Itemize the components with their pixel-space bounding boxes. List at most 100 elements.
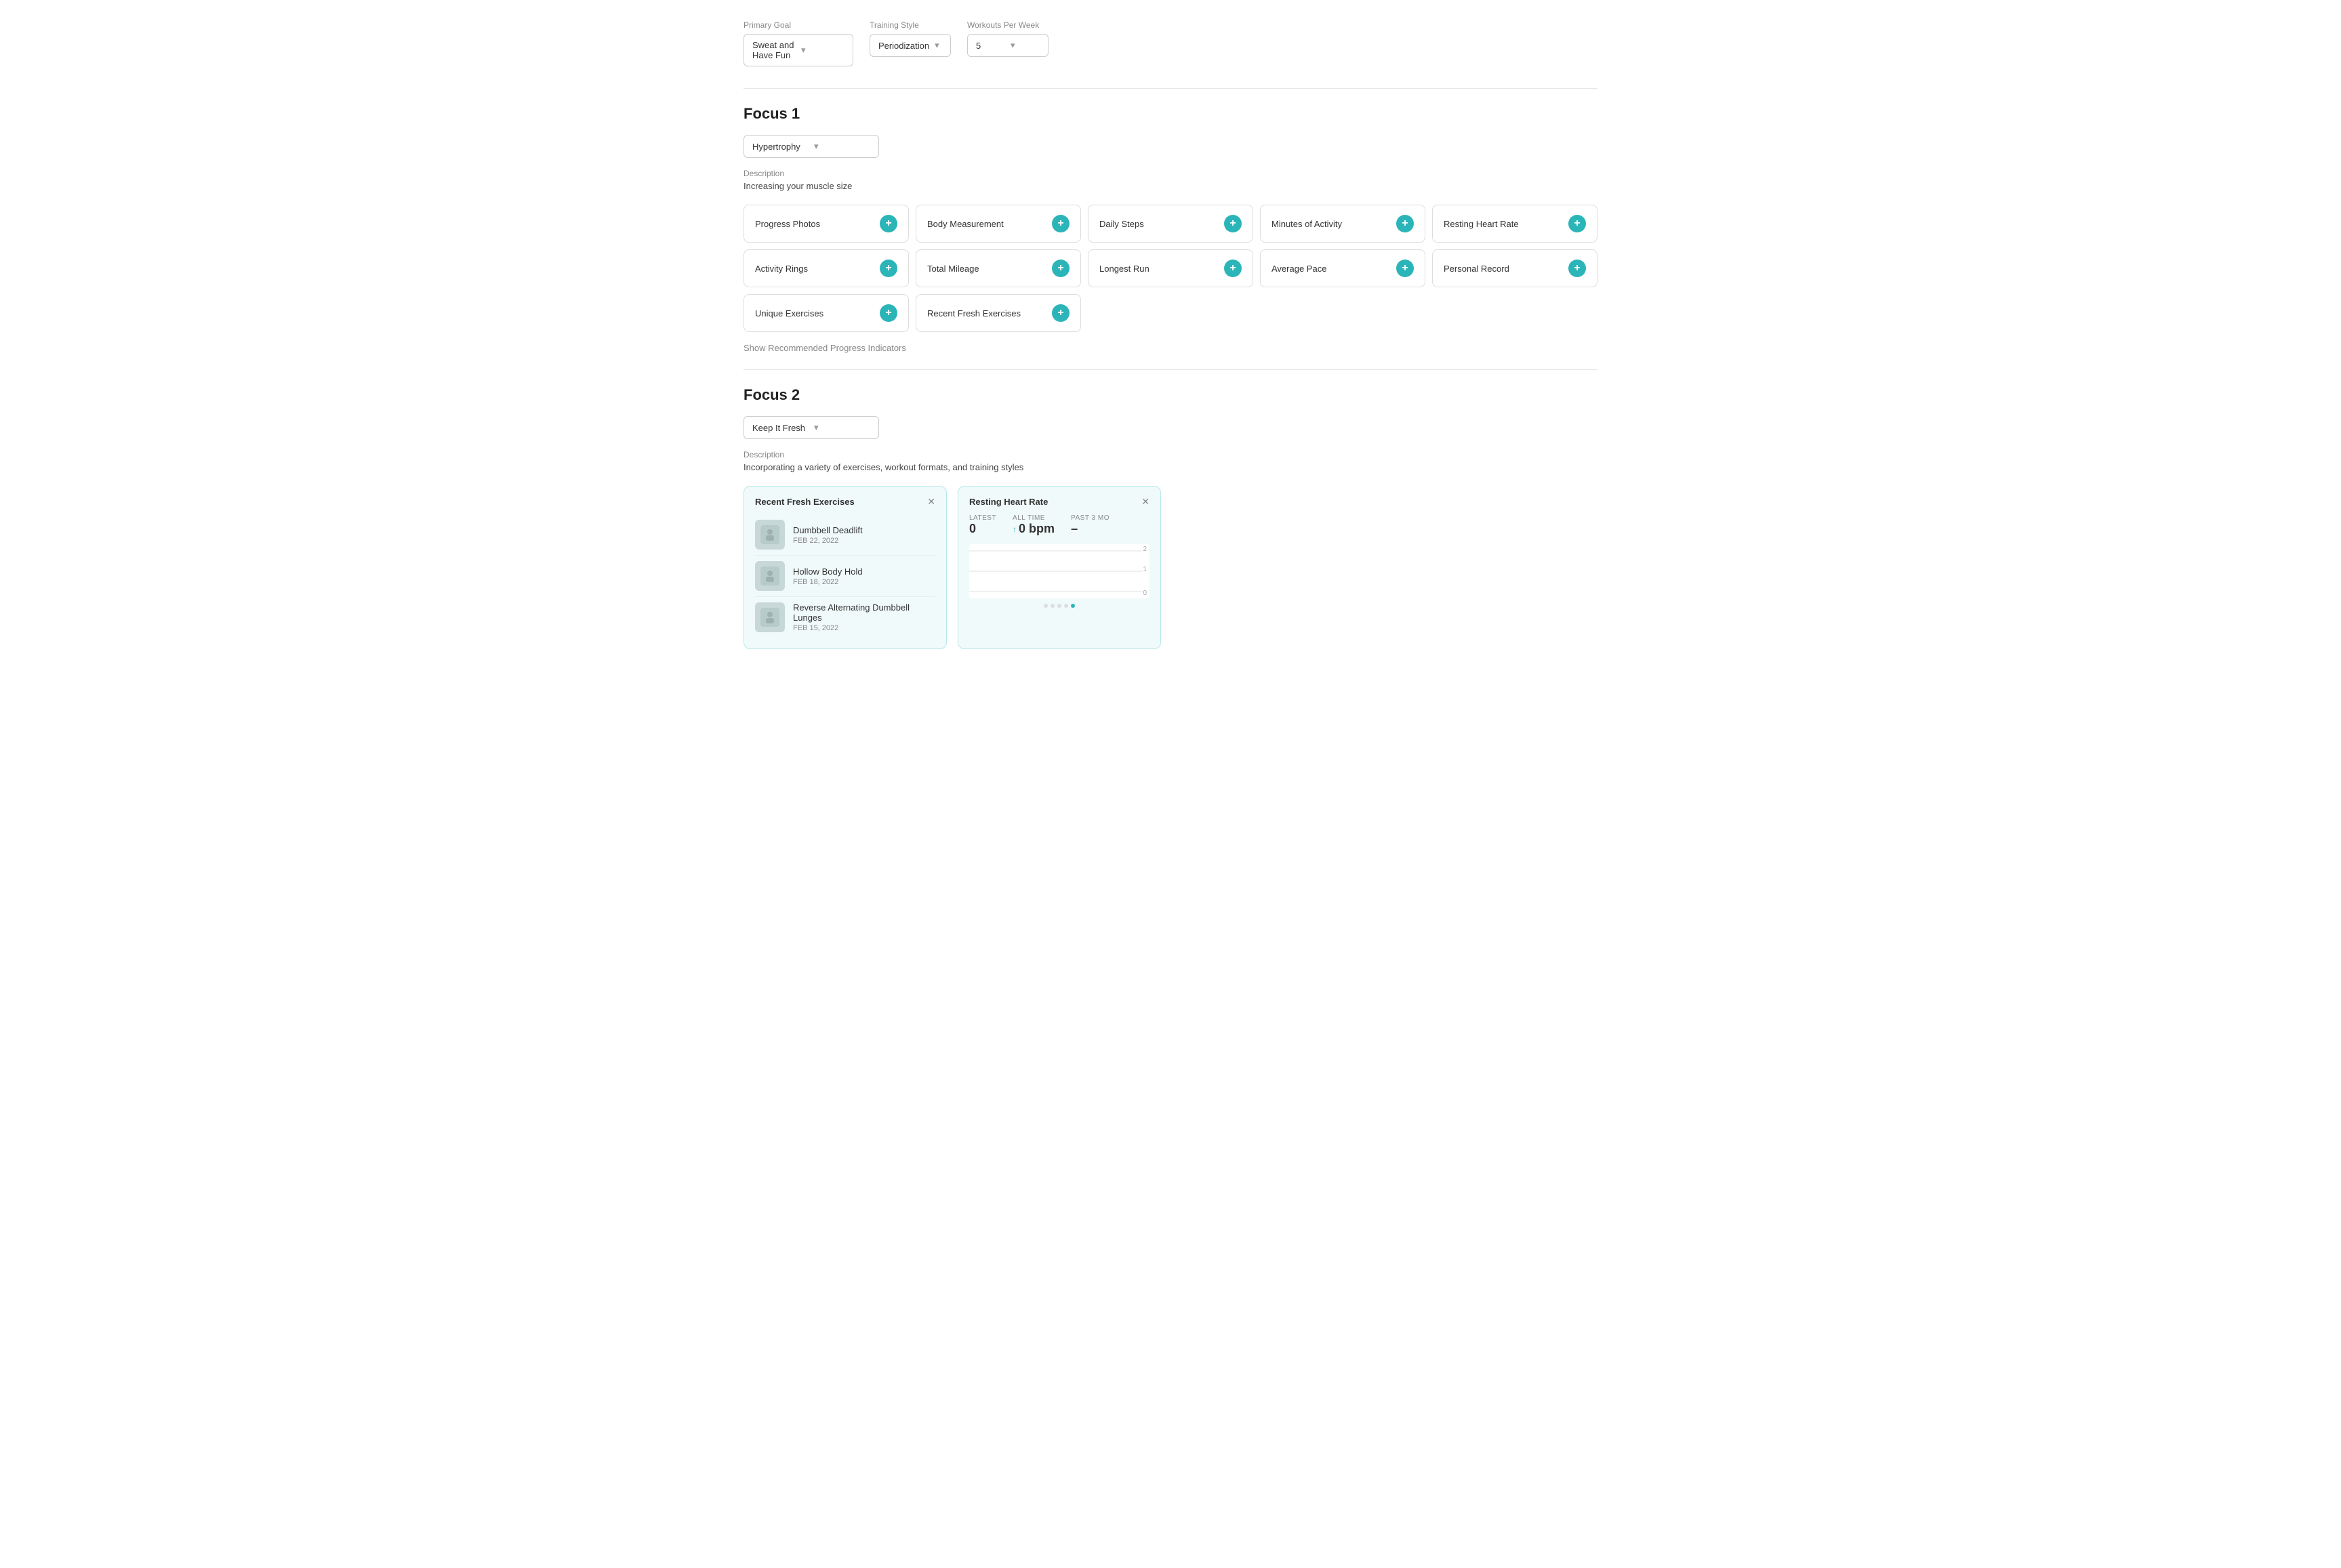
add-indicator-button[interactable]: +	[1052, 215, 1070, 232]
add-indicator-button[interactable]: +	[1396, 260, 1414, 277]
rhr-all-time-label: ALL TIME	[1013, 514, 1055, 522]
exercise-thumbnail	[755, 602, 785, 632]
add-indicator-button[interactable]: +	[1224, 260, 1242, 277]
indicator-card[interactable]: Daily Steps +	[1088, 205, 1253, 243]
divider-2	[744, 369, 1597, 370]
exercise-name: Reverse Alternating Dumbbell Lunges	[793, 602, 935, 623]
indicator-card[interactable]: Progress Photos +	[744, 205, 909, 243]
exercise-thumb-icon	[760, 608, 779, 627]
exercise-name: Hollow Body Hold	[793, 566, 863, 577]
chevron-down-icon: ▾	[1011, 40, 1040, 51]
indicator-card[interactable]: Activity Rings +	[744, 249, 909, 287]
exercise-item: Hollow Body Hold FEB 18, 2022	[755, 556, 935, 597]
rhr-past3mo-value: –	[1071, 522, 1110, 536]
focus-2-title: Focus 2	[744, 386, 1597, 404]
exercise-info: Hollow Body Hold FEB 18, 2022	[793, 566, 863, 586]
rhr-past3mo: PAST 3 MO –	[1071, 514, 1110, 536]
add-indicator-button[interactable]: +	[880, 304, 897, 322]
indicator-card[interactable]: Resting Heart Rate +	[1432, 205, 1597, 243]
header-row: Primary Goal Sweat and Have Fun ▾ Traini…	[744, 20, 1597, 66]
rhr-body: LATEST 0 ALL TIME ↑ 0 bpm PAST 3 MO	[958, 514, 1160, 619]
indicator-label: Total Mileage	[927, 264, 979, 274]
indicator-label: Resting Heart Rate	[1444, 219, 1519, 229]
chevron-down-icon: ▾	[935, 40, 942, 51]
exercise-name: Dumbbell Deadlift	[793, 525, 863, 535]
widget-cards-row: Recent Fresh Exercises ✕ Dumbbell Deadli…	[744, 486, 1597, 649]
close-icon[interactable]: ✕	[927, 496, 935, 508]
primary-goal-value: Sweat and Have Fun	[752, 40, 796, 60]
add-indicator-button[interactable]: +	[1052, 304, 1070, 322]
add-indicator-button[interactable]: +	[1396, 215, 1414, 232]
rhr-header: Resting Heart Rate ✕	[958, 487, 1160, 514]
rhr-all-time-value: ↑ 0 bpm	[1013, 522, 1055, 536]
rhr-chart-svg	[969, 544, 1149, 598]
add-indicator-button[interactable]: +	[1568, 260, 1586, 277]
workouts-per-week-label: Workouts Per Week	[967, 20, 1049, 30]
indicator-card[interactable]: Total Mileage +	[916, 249, 1081, 287]
indicator-label: Personal Record	[1444, 264, 1509, 274]
add-indicator-button[interactable]: +	[880, 215, 897, 232]
exercise-info: Reverse Alternating Dumbbell Lunges FEB …	[793, 602, 935, 632]
focus-2-section: Focus 2 Keep It Fresh ▾ Description Inco…	[744, 386, 1597, 649]
training-style-label: Training Style	[870, 20, 951, 30]
primary-goal-select[interactable]: Sweat and Have Fun ▾	[744, 34, 853, 66]
training-style-group: Training Style Periodization ▾	[870, 20, 951, 57]
chart-y-label-1: 1	[1143, 566, 1147, 573]
rhr-latest-label: LATEST	[969, 514, 996, 522]
indicator-card[interactable]: Recent Fresh Exercises +	[916, 294, 1081, 332]
add-indicator-button[interactable]: +	[880, 260, 897, 277]
indicator-card[interactable]: Minutes of Activity +	[1260, 205, 1425, 243]
indicator-label: Average Pace	[1271, 264, 1326, 274]
indicator-label: Daily Steps	[1099, 219, 1144, 229]
rhr-all-time: ALL TIME ↑ 0 bpm	[1013, 514, 1055, 536]
workouts-per-week-value: 5	[976, 41, 1005, 51]
training-style-value: Periodization	[878, 41, 929, 51]
indicator-label: Longest Run	[1099, 264, 1149, 274]
show-recommended-link[interactable]: Show Recommended Progress Indicators	[744, 343, 1597, 353]
resting-heart-rate-widget: Resting Heart Rate ✕ LATEST 0 ALL TIME ↑	[958, 486, 1161, 649]
indicator-card[interactable]: Body Measurement +	[916, 205, 1081, 243]
indicator-card[interactable]: Average Pace +	[1260, 249, 1425, 287]
chart-y-label-0: 0	[1143, 590, 1147, 597]
workouts-per-week-select[interactable]: 5 ▾	[967, 34, 1049, 57]
add-indicator-button[interactable]: +	[1052, 260, 1070, 277]
exercise-item: Reverse Alternating Dumbbell Lunges FEB …	[755, 597, 935, 638]
indicator-label: Minutes of Activity	[1271, 219, 1342, 229]
training-style-select[interactable]: Periodization ▾	[870, 34, 951, 57]
divider-1	[744, 88, 1597, 89]
indicator-card[interactable]: Personal Record +	[1432, 249, 1597, 287]
focus-2-desc-label: Description	[744, 450, 1597, 459]
exercise-thumbnail	[755, 520, 785, 550]
exercise-date: FEB 18, 2022	[793, 578, 863, 586]
exercise-thumbnail	[755, 561, 785, 591]
page-container: Primary Goal Sweat and Have Fun ▾ Traini…	[716, 0, 1625, 680]
primary-goal-group: Primary Goal Sweat and Have Fun ▾	[744, 20, 853, 66]
focus-1-value: Hypertrophy	[752, 142, 809, 152]
focus-1-dropdown[interactable]: Hypertrophy ▾	[744, 135, 879, 158]
rhr-chart: 2 1 0	[969, 544, 1149, 598]
close-icon[interactable]: ✕	[1141, 496, 1149, 508]
exercise-info: Dumbbell Deadlift FEB 22, 2022	[793, 525, 863, 545]
indicator-label: Activity Rings	[755, 264, 808, 274]
focus-2-dropdown[interactable]: Keep It Fresh ▾	[744, 416, 879, 439]
exercise-thumb-icon	[760, 525, 779, 544]
add-indicator-button[interactable]: +	[1568, 215, 1586, 232]
rhr-latest: LATEST 0	[969, 514, 996, 536]
chevron-down-icon: ▾	[801, 45, 844, 56]
rhr-stats: LATEST 0 ALL TIME ↑ 0 bpm PAST 3 MO	[969, 514, 1149, 536]
focus-2-value: Keep It Fresh	[752, 423, 809, 433]
indicator-card[interactable]: Unique Exercises +	[744, 294, 909, 332]
rhr-latest-value: 0	[969, 522, 996, 536]
indicator-label: Recent Fresh Exercises	[927, 308, 1021, 318]
exercise-item: Dumbbell Deadlift FEB 22, 2022	[755, 514, 935, 556]
exercise-date: FEB 15, 2022	[793, 624, 935, 632]
indicator-card[interactable]: Longest Run +	[1088, 249, 1253, 287]
exercise-date: FEB 22, 2022	[793, 537, 863, 545]
indicator-label: Progress Photos	[755, 219, 820, 229]
workouts-per-week-group: Workouts Per Week 5 ▾	[967, 20, 1049, 57]
chevron-down-icon: ▾	[814, 141, 870, 152]
add-indicator-button[interactable]: +	[1224, 215, 1242, 232]
rhr-trend-icon: ↑	[1013, 524, 1017, 534]
rhr-past3mo-label: PAST 3 MO	[1071, 514, 1110, 522]
indicator-grid: Progress Photos + Body Measurement + Dai…	[744, 205, 1597, 332]
